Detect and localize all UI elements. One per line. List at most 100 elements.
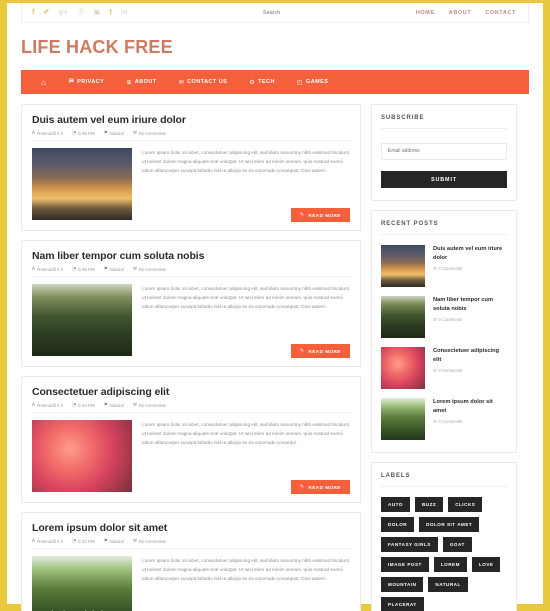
recent-post-item[interactable]: Lorem ipsum dolor sit amet ✉ 0 Comments xyxy=(381,398,507,440)
read-more-button[interactable]: ✎ READ MORE xyxy=(290,344,350,358)
nav-item-label: GAMES xyxy=(306,79,329,85)
label-tag[interactable]: CLICKS xyxy=(448,497,483,512)
clock-icon: ◔ xyxy=(72,403,77,408)
nav-item-icon: ◰ xyxy=(296,78,303,86)
read-more-button[interactable]: ✎ READ MORE xyxy=(290,480,350,494)
recent-post-comments-text: 0 Comments xyxy=(438,419,463,425)
pencil-icon: ✎ xyxy=(299,484,305,490)
top-nav-link-home[interactable]: HOME xyxy=(416,10,435,16)
label-tag[interactable]: GOAT xyxy=(442,537,472,552)
tag-icon: ⚑ xyxy=(103,539,108,544)
recent-post-thumbnail[interactable] xyxy=(381,347,425,389)
page-title: LIFE HACK FREE xyxy=(21,37,173,57)
post-meta-comments-text: No comments xyxy=(138,131,166,136)
clock-icon: ◔ xyxy=(72,267,77,272)
post-body: www.heritagechristia Lorem ipsum dolor si… xyxy=(32,556,350,611)
post-title[interactable]: Nam liber tempor cum soluta nobis xyxy=(32,250,350,262)
nav-item-privacy[interactable]: ⛿ PRIVACY xyxy=(58,78,115,86)
post-title[interactable]: Consectetuer adipiscing elit xyxy=(32,386,350,398)
nav-home-icon[interactable]: ⌂ xyxy=(29,78,58,87)
post-thumbnail[interactable] xyxy=(32,420,132,492)
subscribe-title: SUBSCRIBE xyxy=(381,115,507,129)
top-nav-link-about[interactable]: ABOUT xyxy=(449,10,472,16)
post-card: Consectetuer adipiscing elit A Ramnadh k b… xyxy=(21,376,361,503)
label-tag[interactable]: IMAGE POST xyxy=(381,557,429,572)
post-title[interactable]: Lorem ipsum dolor sit amet xyxy=(32,522,350,534)
recent-post-thumbnail[interactable] xyxy=(381,245,425,287)
comment-icon: ✉ xyxy=(433,419,437,425)
label-tag[interactable]: LOREM xyxy=(433,557,467,572)
google-plus-icon[interactable]: g+ xyxy=(58,9,68,16)
read-more-button[interactable]: ✎ READ MORE xyxy=(290,208,350,222)
recent-post-title[interactable]: Duis autem vel eum iriure dolor xyxy=(433,245,507,262)
label-tag[interactable]: DOLOR xyxy=(381,517,415,532)
top-nav-link-contact[interactable]: CONTACT xyxy=(485,10,516,16)
post-meta: A Ramnadh k b ◔ 6:45 PM ⚑ Natural ✉ No comments xyxy=(32,131,350,141)
recent-post-body: Duis autem vel eum iriure dolor ✉ 0 Commen… xyxy=(433,245,507,287)
tag-icon: ⚑ xyxy=(103,131,108,136)
recent-post-item[interactable]: Nam liber tempor cum soluta nobis ✉ 0 Comm… xyxy=(381,296,507,338)
search-input[interactable] xyxy=(196,9,347,16)
author-icon: A xyxy=(32,267,36,272)
post-thumbnail[interactable] xyxy=(32,284,132,356)
label-tag[interactable]: AUTO xyxy=(381,497,410,512)
recent-post-thumbnail[interactable] xyxy=(381,398,425,440)
post-meta-author-text: Ramnadh k b xyxy=(37,267,64,272)
author-icon: A xyxy=(32,403,36,408)
nav-item-contact-us[interactable]: ✉ CONTACT US xyxy=(168,79,239,86)
post-meta-category-text: Natural xyxy=(109,267,124,272)
post-meta: A Ramnadh k b ◔ 6:44 PM ⚑ Natural ✉ No comments xyxy=(32,403,350,413)
post-thumbnail[interactable]: www.heritagechristia xyxy=(32,556,132,611)
twitter-icon[interactable]: ✐ xyxy=(43,9,49,16)
recent-post-thumbnail[interactable] xyxy=(381,296,425,338)
submit-button[interactable]: SUBMIT xyxy=(381,171,507,188)
nav-item-about[interactable]: ≡ ABOUT xyxy=(115,79,167,86)
recent-post-body: Lorem ipsum dolor sit amet ✉ 0 Comments xyxy=(433,398,507,440)
post-meta-comments-text: No comments xyxy=(138,403,166,408)
post-meta-category-text: Natural xyxy=(109,539,124,544)
site-header: LIFE HACK FREE xyxy=(7,23,543,70)
post-meta-comments: ✉ No comments xyxy=(133,131,166,136)
nav-item-games[interactable]: ◰ GAMES xyxy=(286,79,340,86)
post-meta-time-text: 6:42 PM xyxy=(78,539,95,544)
page-body: Duis autem vel eum iriure dolor A Ramnadh … xyxy=(21,104,529,611)
pinterest-icon[interactable]: Ⓟ xyxy=(78,9,85,16)
recent-post-item[interactable]: Consectetuer adipiscing elit ✉ 0 Comments xyxy=(381,347,507,389)
label-tag[interactable]: LOVE xyxy=(471,557,501,572)
post-meta-category-text: Natural xyxy=(109,131,124,136)
tumblr-icon[interactable]: ▣ xyxy=(94,9,101,16)
post-meta-time: ◔ 6:44 PM xyxy=(72,403,94,408)
label-tag[interactable]: FANTASY GIRLS xyxy=(381,537,438,552)
social-links: f ✐ g+ Ⓟ ▣ t in xyxy=(22,9,127,16)
recent-post-title[interactable]: Lorem ipsum dolor sit amet xyxy=(433,398,507,415)
post-meta-author-text: Ramnadh k b xyxy=(37,403,64,408)
recent-post-item[interactable]: Duis autem vel eum iriure dolor ✉ 0 Commen… xyxy=(381,245,507,287)
stumbleupon-icon[interactable]: t xyxy=(109,9,112,16)
recent-posts-title: RECENT POSTS xyxy=(381,221,507,235)
post-thumbnail[interactable] xyxy=(32,148,132,220)
post-meta-time: ◔ 6:42 PM xyxy=(72,539,94,544)
author-icon: A xyxy=(32,131,36,136)
facebook-icon[interactable]: f xyxy=(32,9,34,16)
recent-post-title[interactable]: Nam liber tempor cum soluta nobis xyxy=(433,296,507,313)
post-meta-category: ⚑ Natural xyxy=(104,267,124,272)
read-more-label: READ MORE xyxy=(308,348,341,354)
nav-item-label: ABOUT xyxy=(134,79,157,85)
recent-post-title[interactable]: Consectetuer adipiscing elit xyxy=(433,347,507,364)
post-title[interactable]: Duis autem vel eum iriure dolor xyxy=(32,114,350,126)
label-tag[interactable]: PLACERAT xyxy=(381,597,424,611)
labels-list: AUTO BUZZ CLICKS DOLOR DOLOR SIT AMET FANTASY… xyxy=(381,497,507,611)
recent-post-comments: ✉ 0 Comments xyxy=(433,317,507,322)
nav-item-tech[interactable]: ⚙ TECH xyxy=(238,79,286,86)
label-tag[interactable]: MOUNTAIN xyxy=(381,577,424,592)
post-meta-comments: ✉ No comments xyxy=(133,403,166,408)
email-field[interactable] xyxy=(381,142,507,160)
post-list: Duis autem vel eum iriure dolor A Ramnadh … xyxy=(21,104,361,611)
post-card: Lorem ipsum dolor sit amet A Ramnadh k b ◔ 6… xyxy=(21,512,361,611)
nav-item-icon: ✉ xyxy=(178,78,185,86)
label-tag[interactable]: BUZZ xyxy=(414,497,444,512)
search-container xyxy=(127,9,415,16)
label-tag[interactable]: DOLOR SIT AMET xyxy=(419,517,480,532)
clock-icon: ◔ xyxy=(72,539,77,544)
label-tag[interactable]: NATURAL xyxy=(428,577,468,592)
